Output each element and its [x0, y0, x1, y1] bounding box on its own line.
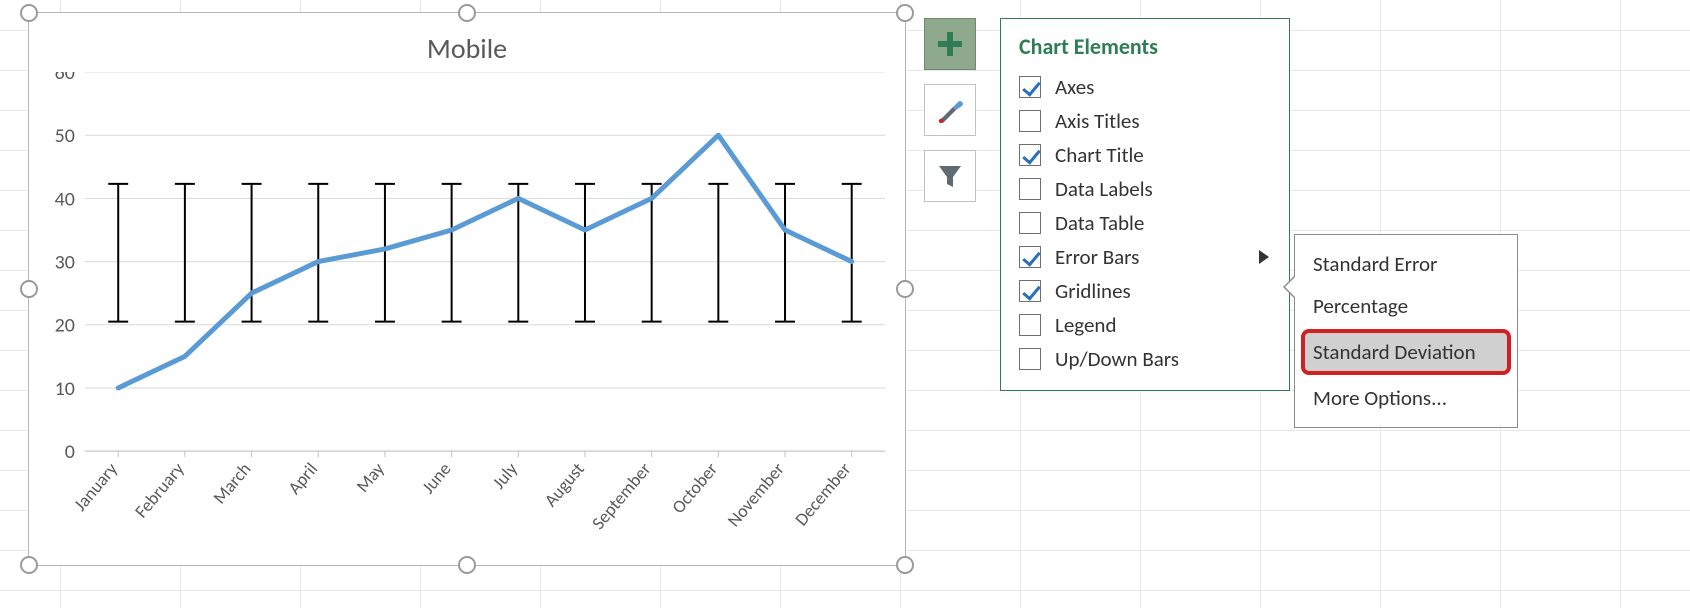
chart-filter-button[interactable] [924, 150, 976, 202]
error-bars-submenu-item[interactable]: More Options... [1303, 377, 1509, 419]
chart-element-label: Legend [1055, 312, 1117, 338]
x-axis-tick-label: February [130, 458, 189, 522]
checkbox[interactable] [1019, 314, 1041, 336]
checkbox[interactable] [1019, 280, 1041, 302]
resize-handle[interactable] [20, 556, 38, 574]
resize-handle[interactable] [20, 4, 38, 22]
x-axis-tick-label: March [208, 458, 255, 508]
x-axis-tick-label: May [352, 458, 389, 496]
checkbox[interactable] [1019, 110, 1041, 132]
error-bars-submenu: Standard ErrorPercentageStandard Deviati… [1294, 234, 1518, 428]
chevron-right-icon [1257, 248, 1271, 266]
brush-icon [935, 95, 965, 125]
y-axis-tick-label: 40 [55, 187, 75, 211]
chart-elements-header: Chart Elements [1015, 29, 1277, 70]
error-bars-submenu-item[interactable]: Standard Error [1303, 243, 1509, 285]
x-axis-tick-label: August [539, 458, 588, 511]
chart-element-option[interactable]: Gridlines [1015, 274, 1277, 308]
chart-element-label: Up/Down Bars [1055, 346, 1179, 372]
x-axis-tick-label: October [667, 458, 722, 518]
chart-element-option[interactable]: Chart Title [1015, 138, 1277, 172]
submenu-notch [1283, 275, 1295, 299]
chart-element-label: Gridlines [1055, 278, 1131, 304]
checkbox[interactable] [1019, 212, 1041, 234]
resize-handle[interactable] [20, 280, 38, 298]
resize-handle[interactable] [896, 280, 914, 298]
plus-icon [935, 29, 965, 59]
checkbox[interactable] [1019, 144, 1041, 166]
x-axis-tick-label: November [723, 458, 789, 531]
y-axis-tick-label: 30 [55, 251, 75, 275]
checkbox[interactable] [1019, 76, 1041, 98]
error-bars-submenu-item[interactable]: Percentage [1303, 285, 1509, 327]
chart-element-option[interactable]: Axes [1015, 70, 1277, 104]
chart-styles-button[interactable] [924, 84, 976, 136]
resize-handle[interactable] [896, 4, 914, 22]
x-axis-tick-label: December [790, 458, 855, 530]
y-axis-tick-label: 10 [55, 377, 75, 401]
chart-element-label: Chart Title [1055, 142, 1144, 168]
checkbox[interactable] [1019, 178, 1041, 200]
y-axis-tick-label: 20 [55, 314, 75, 338]
resize-handle[interactable] [896, 556, 914, 574]
chart-container[interactable]: Mobile 0102030405060JanuaryFebruaryMarch… [28, 12, 906, 566]
y-axis-tick-label: 50 [55, 124, 75, 148]
x-axis-tick-label: April [283, 458, 322, 498]
x-axis-tick-label: January [69, 458, 122, 515]
chart-side-buttons [924, 18, 976, 202]
chart-element-label: Data Table [1055, 210, 1144, 236]
x-axis-tick-label: September [587, 458, 655, 534]
resize-handle[interactable] [458, 4, 476, 22]
chart-elements-button[interactable] [924, 18, 976, 70]
checkbox[interactable] [1019, 246, 1041, 268]
funnel-icon [935, 161, 965, 191]
x-axis-tick-label: June [417, 458, 455, 498]
chart-element-label: Error Bars [1055, 244, 1139, 270]
chart-element-option[interactable]: Data Table [1015, 206, 1277, 240]
y-axis-tick-label: 0 [65, 440, 75, 464]
chart-element-label: Axis Titles [1055, 108, 1140, 134]
resize-handle[interactable] [458, 556, 476, 574]
y-axis-tick-label: 60 [55, 72, 75, 85]
chart-element-label: Axes [1055, 74, 1094, 100]
chart-element-option[interactable]: Up/Down Bars [1015, 342, 1277, 376]
chart-element-option[interactable]: Axis Titles [1015, 104, 1277, 138]
chart-elements-popup: Chart Elements Axes Axis Titles Chart Titl… [1000, 18, 1290, 391]
chart-plot-area[interactable]: 0 10 20 30 40 50 60 JanuaryFebruary March April Ma… [29, 72, 905, 571]
error-bars-submenu-item[interactable]: Standard Deviation [1301, 329, 1511, 375]
chart-element-label: Data Labels [1055, 176, 1153, 202]
chart-element-option[interactable]: Data Labels [1015, 172, 1277, 206]
chart-element-option[interactable]: Error Bars [1015, 240, 1277, 274]
chart-element-option[interactable]: Legend [1015, 308, 1277, 342]
x-axis-tick-label: July [488, 458, 522, 493]
checkbox[interactable] [1019, 348, 1041, 370]
